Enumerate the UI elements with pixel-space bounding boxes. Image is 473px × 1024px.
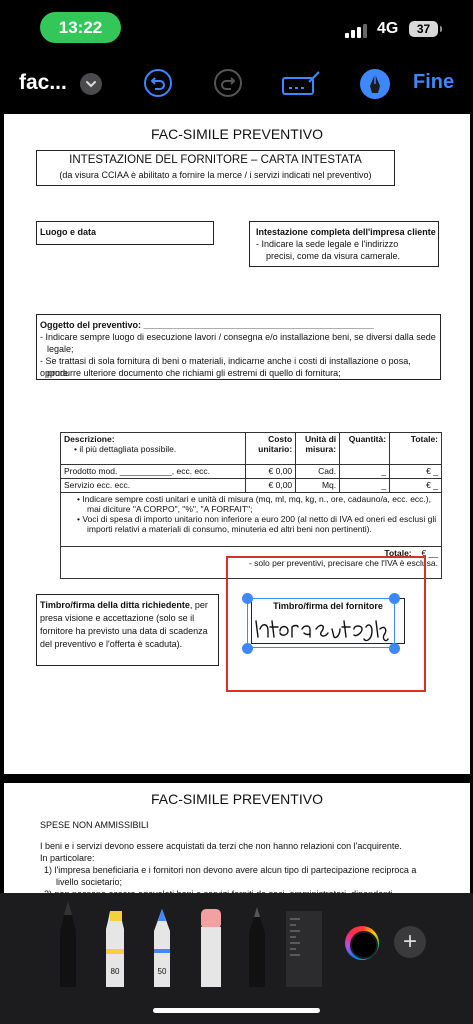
battery-icon: 37 — [409, 21, 442, 37]
page2-section-title: SPESE NON AMMISSIBILI — [40, 820, 149, 830]
supplier-header-line2: (da visura CCIAA è abilitato a fornire l… — [59, 170, 372, 180]
client-box: Intestazione completa dell'impresa clien… — [249, 221, 439, 267]
subject-box: Oggetto del preventivo: ________________… — [36, 314, 441, 380]
document-page-1: FAC-SIMILE PREVENTIVO INTESTAZIONE DEL F… — [4, 114, 470, 774]
resize-handle-bottom-right[interactable] — [389, 643, 400, 654]
color-picker-icon[interactable] — [345, 926, 379, 960]
col-header-total: Totale: — [410, 434, 438, 444]
resize-handle-top-left[interactable] — [242, 593, 253, 604]
eraser-tool[interactable] — [198, 909, 224, 987]
client-box-line2: precisi, come da visura camerale. — [266, 251, 401, 261]
document-page-2: FAC-SIMILE PREVENTIVO SPESE NON AMMISSIB… — [4, 783, 470, 903]
col-header-description: Descrizione: — [64, 434, 115, 444]
place-date-box: Luogo e data — [36, 221, 214, 245]
col-header-unit: Unità di misura: — [304, 434, 337, 454]
pencil-width-label: 50 — [157, 967, 167, 976]
markup-pen-icon[interactable] — [359, 68, 390, 99]
clock[interactable]: 13:22 — [40, 12, 121, 43]
client-stamp-box: Timbro/firma della ditta richiedente, pe… — [36, 594, 219, 666]
subject-line4: produrre ulteriore documento che richiam… — [47, 368, 341, 378]
page2-intro: In particolare: — [40, 853, 95, 863]
highlighter-width-label: 80 — [110, 967, 120, 976]
col-header-quantity: Quantità: — [348, 434, 387, 444]
resize-handle-top-right[interactable] — [389, 593, 400, 604]
ruler-tool[interactable] — [286, 911, 322, 987]
signal-icon — [345, 24, 371, 38]
table-note-2: Voci di spesa di importo unitario non in… — [82, 514, 437, 534]
table-row: Servizio ecc. ecc. € 0,00 Mq. _ € _ — [59, 478, 442, 493]
document-title[interactable]: fac... — [19, 71, 67, 95]
done-button[interactable]: Fine — [413, 71, 454, 94]
supplier-header-line1: INTESTAZIONE DEL FORNITORE – CARTA INTES… — [69, 154, 362, 166]
place-date-label: Luogo e data — [40, 227, 96, 237]
add-tool-button[interactable]: + — [394, 926, 426, 958]
table-note-1: Indicare sempre costi unitari e unità di… — [82, 494, 431, 514]
redo-icon[interactable] — [213, 68, 243, 98]
pen-tool[interactable] — [57, 901, 79, 987]
pencil-tool[interactable]: 50 — [151, 909, 173, 987]
subject-line1: - Indicare sempre luogo di esecuzione la… — [40, 332, 436, 342]
subject-title: Oggetto del preventivo: ________________… — [40, 320, 374, 330]
table-row: Prodotto mod. ___________, ecc. ecc. € 0… — [59, 464, 442, 479]
client-stamp-title: Timbro/firma della ditta richiedente — [40, 600, 190, 610]
page2-paragraph: I beni e i servizi devono essere acquist… — [40, 841, 402, 851]
status-bar: 13:22 4G 37 — [0, 0, 473, 56]
markup-toolbar: fac... Fine — [0, 56, 473, 112]
resize-handle-bottom-left[interactable] — [242, 643, 253, 654]
tool-palette: 80 50 + — [0, 893, 473, 1024]
lasso-tool[interactable] — [245, 907, 269, 987]
client-box-line1: - Indicare la sede legale e l'indirizzo — [256, 239, 399, 249]
col-header-description-sub: il più dettagliata possibile. — [79, 444, 177, 454]
list-item-continued: livello societario; — [56, 877, 123, 887]
subject-line2: legale; — [47, 344, 74, 354]
page2-title: FAC-SIMILE PREVENTIVO — [151, 791, 323, 807]
chevron-down-icon[interactable] — [80, 73, 102, 95]
client-box-title: Intestazione completa dell'impresa clien… — [256, 227, 436, 237]
highlighter-tool[interactable]: 80 — [104, 911, 126, 987]
signature-icon[interactable] — [281, 68, 321, 98]
signature-annotation[interactable] — [242, 593, 400, 654]
supplier-header-box: INTESTAZIONE DEL FORNITORE – CARTA INTES… — [36, 150, 395, 186]
page-title: FAC-SIMILE PREVENTIVO — [151, 126, 323, 142]
list-item: 1) l'impresa beneficiaria e i fornitori … — [44, 865, 417, 875]
undo-icon[interactable] — [143, 68, 173, 98]
network-label: 4G — [377, 20, 399, 37]
col-header-unit-cost: Costo unitario: — [258, 434, 293, 454]
home-indicator — [153, 1008, 320, 1013]
